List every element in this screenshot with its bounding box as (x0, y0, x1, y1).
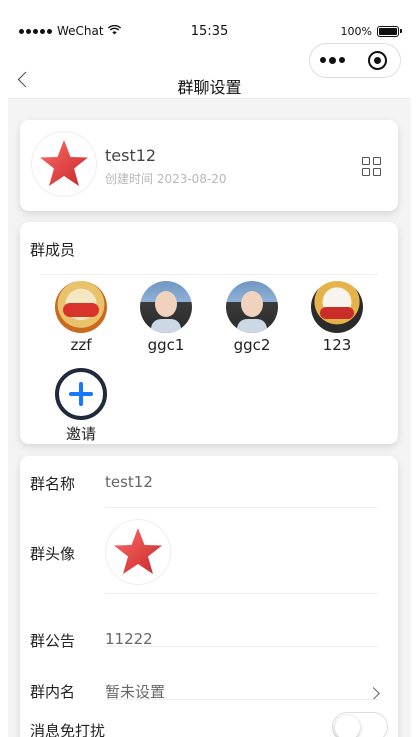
status-right: 100% (340, 25, 402, 38)
nav-bar: 群聊设置 (8, 43, 411, 99)
member-item[interactable]: zzf (46, 281, 116, 354)
avatar (55, 281, 107, 333)
member-item[interactable]: 123 (302, 281, 372, 354)
phone-screen: WeChat 15:35 100% 群聊设置 test12 创建时间 2023-… (8, 17, 411, 737)
group-avatar-setting[interactable] (105, 519, 171, 585)
group-name-label: 群名称 (30, 475, 76, 493)
avatar (311, 281, 363, 333)
divider (105, 593, 378, 594)
member-name: ggc1 (147, 336, 185, 354)
member-name: ggc2 (233, 336, 271, 354)
member-name: zzf (70, 336, 92, 354)
members-title: 群成员 (30, 241, 76, 259)
divider (105, 507, 378, 508)
member-item[interactable]: ggc1 (131, 281, 201, 354)
more-icon[interactable] (310, 57, 355, 64)
group-avatar[interactable] (31, 131, 97, 197)
group-name: test12 (105, 146, 157, 165)
dnd-label: 消息免打扰 (30, 722, 106, 737)
avatar (140, 281, 192, 333)
invite-button[interactable]: 邀请 (46, 368, 116, 444)
announcement-label: 群公告 (30, 632, 76, 650)
group-header-card: test12 创建时间 2023-08-20 (20, 120, 398, 211)
member-item[interactable]: ggc2 (217, 281, 287, 354)
invite-label: 邀请 (65, 425, 96, 443)
mini-program-capsule (309, 43, 401, 78)
qrcode-icon[interactable] (362, 157, 381, 176)
divider (40, 274, 378, 275)
toggle-knob (335, 715, 360, 737)
dnd-toggle[interactable] (332, 712, 388, 737)
add-icon (55, 368, 107, 420)
settings-card: 群名称 test12 群头像 群公告 11222 群内名 暂未设置 消息免打扰 (20, 456, 398, 737)
members-card: 群成员 zzf ggc1 ggc2 123 邀请 (20, 222, 398, 444)
divider (105, 646, 378, 647)
star-icon (114, 528, 162, 574)
avatar (226, 281, 278, 333)
group-name-value[interactable]: test12 (105, 473, 153, 491)
battery-icon (377, 26, 402, 37)
star-icon (40, 140, 88, 186)
divider (105, 699, 378, 700)
nickname-label: 群内名 (30, 683, 76, 701)
member-name: 123 (322, 336, 352, 354)
group-avatar-label: 群头像 (30, 545, 76, 563)
created-time: 创建时间 2023-08-20 (105, 172, 227, 186)
chevron-right-icon[interactable] (367, 687, 380, 700)
close-miniprogram-icon[interactable] (355, 51, 400, 70)
battery-percent: 100% (340, 25, 372, 38)
